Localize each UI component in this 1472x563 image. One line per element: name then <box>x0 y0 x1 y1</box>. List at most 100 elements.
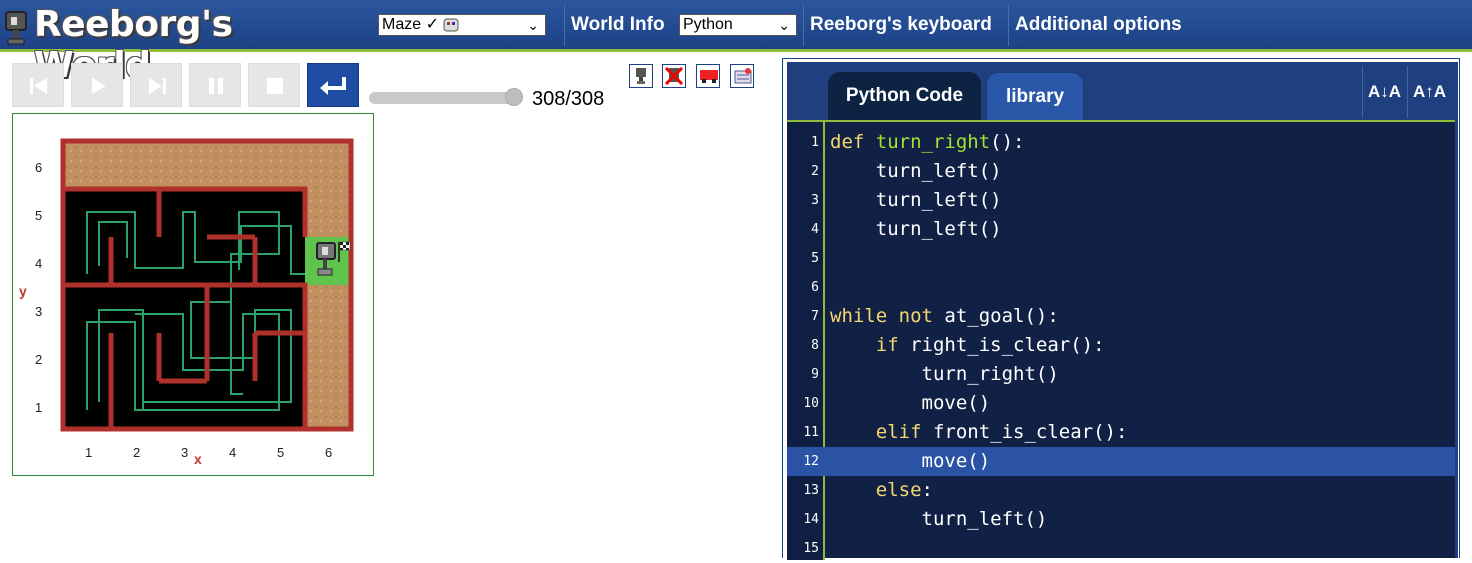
pause-icon <box>209 78 223 94</box>
tab-library[interactable]: library <box>986 72 1084 120</box>
line-number: 10 <box>803 396 819 411</box>
line-number: 4 <box>811 222 819 237</box>
code-line[interactable]: 14 turn_left() <box>787 505 1455 534</box>
x-tick-1: 1 <box>85 445 92 460</box>
y-tick-4: 4 <box>35 256 42 271</box>
reeborg-robot-icon <box>316 242 336 276</box>
chevron-down-icon: ⌄ <box>527 17 539 33</box>
code-line[interactable]: 8 if right_is_clear(): <box>787 331 1455 360</box>
font-smaller-button[interactable]: A↓A <box>1362 66 1406 118</box>
code-line[interactable]: 11 elif front_is_clear(): <box>787 418 1455 447</box>
x-tick-4: 4 <box>229 445 236 460</box>
line-number: 14 <box>803 512 819 527</box>
line-number: 13 <box>803 483 819 498</box>
red-blocks-icon <box>700 70 718 83</box>
code-line[interactable]: 7 while not at_goal(): <box>787 302 1455 331</box>
code-text: else: <box>875 479 933 501</box>
chevron-down-icon: ⌄ <box>778 17 790 33</box>
reeborg-keyboard-button[interactable]: Reeborg's keyboard <box>803 4 998 46</box>
app-logo: Reeborg's World <box>2 2 308 86</box>
code-text: turn_right() <box>830 363 1059 385</box>
line-number: 8 <box>811 338 819 353</box>
font-larger-button[interactable]: A↑A <box>1407 66 1451 118</box>
y-tick-6: 6 <box>35 160 42 175</box>
code-area[interactable]: 1 def turn_right(): 2 turn_left() 3 turn_le… <box>787 120 1455 560</box>
line-number: 7 <box>811 309 819 324</box>
robot-x-icon <box>665 67 683 85</box>
play-icon <box>92 78 106 94</box>
line-number: 2 <box>811 164 819 179</box>
code-line[interactable]: 15 <box>787 534 1455 563</box>
world-edit-button[interactable] <box>696 64 720 88</box>
step-back-icon <box>30 78 47 94</box>
world-info-button[interactable]: World Info <box>564 4 671 46</box>
code-text: def turn_right(): <box>830 131 1025 153</box>
top-menu-bar: Reeborg's World Maze ✓ ⌄ World Info Pyth… <box>0 0 1472 86</box>
y-tick-1: 1 <box>35 400 42 415</box>
code-text: turn_left() <box>830 508 1048 530</box>
code-line[interactable]: 1 def turn_right(): <box>787 128 1455 157</box>
reverse-step-button[interactable] <box>12 63 64 107</box>
x-tick-3: 3 <box>181 445 188 460</box>
code-text: move() <box>830 392 991 414</box>
reload-button[interactable] <box>307 63 359 107</box>
additional-options-button[interactable]: Additional options <box>1008 4 1188 46</box>
code-text: turn_left() <box>830 160 1002 182</box>
step-button[interactable] <box>130 63 182 107</box>
x-tick-5: 5 <box>277 445 284 460</box>
y-tick-3: 3 <box>35 304 42 319</box>
x-tick-6: 6 <box>325 445 332 460</box>
code-line[interactable]: 2 turn_left() <box>787 157 1455 186</box>
code-line[interactable]: 9 turn_right() <box>787 360 1455 389</box>
stop-button[interactable] <box>248 63 300 107</box>
return-arrow-icon <box>320 77 346 95</box>
line-number: 5 <box>811 251 819 266</box>
code-text: elif front_is_clear(): <box>875 421 1128 443</box>
world-canvas[interactable]: 6 5 4 3 2 1 y 1 2 3 x 4 5 6 <box>12 113 374 476</box>
code-line[interactable]: 6 <box>787 273 1455 302</box>
line-number: 12 <box>803 454 819 469</box>
code-text: if right_is_clear(): <box>875 334 1105 356</box>
code-line[interactable]: 5 <box>787 244 1455 273</box>
tab-python-code[interactable]: Python Code <box>828 72 981 120</box>
y-tick-2: 2 <box>35 352 42 367</box>
pause-button[interactable] <box>189 63 241 107</box>
robot-icon <box>636 68 646 84</box>
code-text: while not at_goal(): <box>830 305 1059 327</box>
language-select-value: Python <box>683 16 733 33</box>
code-line[interactable]: 3 turn_left() <box>787 186 1455 215</box>
code-line[interactable]: 13 else: <box>787 476 1455 505</box>
y-tick-5: 5 <box>35 208 42 223</box>
y-axis-label: y <box>19 283 27 299</box>
line-number: 6 <box>811 280 819 295</box>
code-text: turn_left() <box>830 189 1002 211</box>
line-number: 3 <box>811 193 819 208</box>
step-slider[interactable] <box>369 92 519 104</box>
world-objects-button[interactable] <box>662 64 686 88</box>
code-editor-panel: Python Code library A↓A A↑A 1 def turn_ri… <box>787 62 1458 560</box>
notes-icon <box>734 68 752 84</box>
step-counter: 308/308 <box>532 88 605 110</box>
code-line[interactable]: 4 turn_left() <box>787 215 1455 244</box>
line-number: 1 <box>811 135 819 150</box>
step-slider-thumb[interactable] <box>505 88 523 106</box>
line-number: 9 <box>811 367 819 382</box>
x-axis-label: x <box>194 451 202 467</box>
run-button[interactable] <box>71 63 123 107</box>
maze-svg: 6 5 4 3 2 1 y 1 2 3 x 4 5 6 <box>19 138 354 467</box>
code-line[interactable]: 10 move() <box>787 389 1455 418</box>
reeborg-face-icon <box>443 18 459 32</box>
x-tick-2: 2 <box>133 445 140 460</box>
robot-panel-button[interactable] <box>629 64 653 88</box>
line-number: 11 <box>803 425 819 440</box>
language-select[interactable]: Python ⌄ <box>679 14 797 36</box>
code-text: turn_left() <box>830 218 1002 240</box>
world-select[interactable]: Maze ✓ ⌄ <box>378 14 546 36</box>
notes-button[interactable] <box>730 64 754 88</box>
stop-icon <box>267 78 283 94</box>
step-forward-icon <box>149 78 166 94</box>
code-line[interactable]: 12 move() <box>787 447 1455 476</box>
line-number: 15 <box>803 541 819 556</box>
world-select-value: Maze ✓ <box>382 16 439 33</box>
reeborg-robot-icon <box>5 11 27 45</box>
